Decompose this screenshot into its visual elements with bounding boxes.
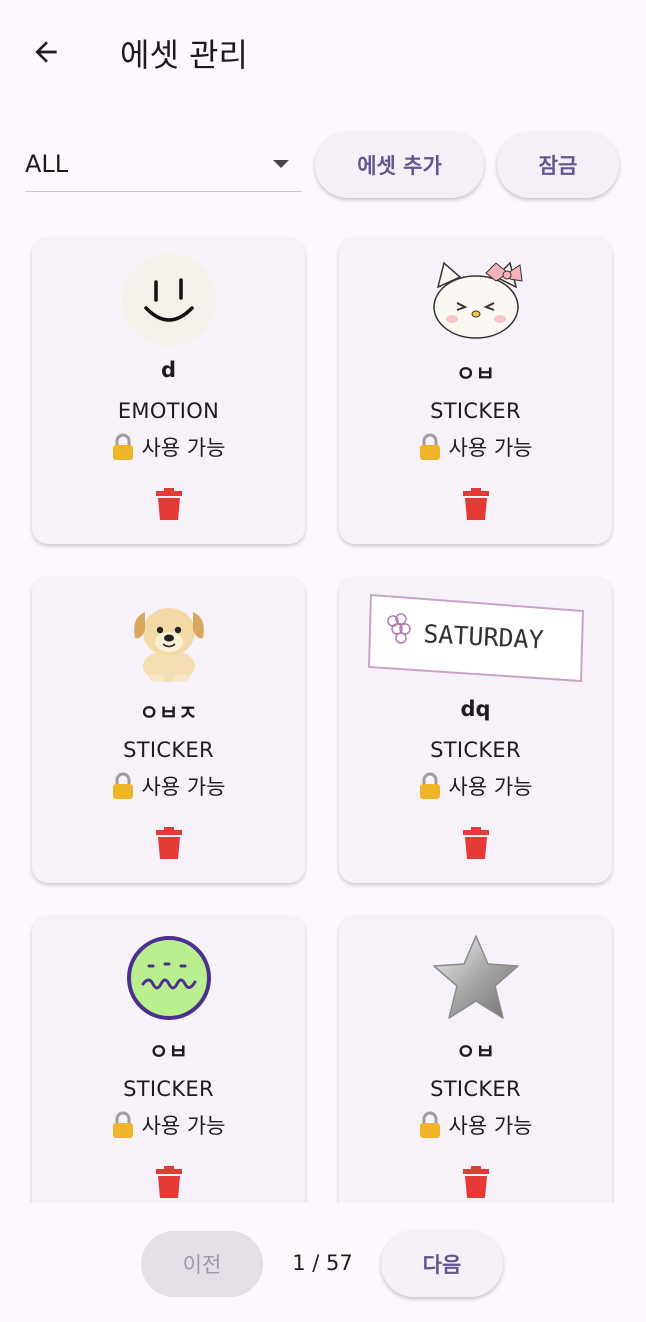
lock-icon	[112, 433, 133, 460]
back-button[interactable]	[22, 28, 70, 76]
asset-status: 사용 가능	[339, 771, 612, 801]
trash-icon	[156, 488, 182, 520]
delete-button[interactable]	[457, 823, 495, 863]
trash-icon	[156, 1166, 182, 1198]
delete-button[interactable]	[457, 1162, 495, 1202]
silver-star-image	[432, 935, 519, 1019]
asset-name: ㅇㅂ	[456, 1040, 495, 1064]
asset-type: STICKER	[430, 399, 521, 423]
page-title: 에셋 관리	[120, 36, 248, 74]
asset-name: d	[160, 358, 177, 382]
asset-status: 사용 가능	[32, 432, 305, 462]
delete-button[interactable]	[150, 484, 188, 524]
trash-icon	[463, 488, 489, 520]
asset-card[interactable]: ㅇㅂ STICKER 사용 가능	[32, 916, 305, 1203]
asset-card[interactable]: ㅇㅂ STICKER 사용 가능	[339, 916, 612, 1203]
asset-thumbnail	[32, 587, 305, 691]
trash-icon	[463, 1166, 489, 1198]
asset-thumbnail	[32, 926, 305, 1030]
asset-status: 사용 가능	[339, 1110, 612, 1140]
lock-icon	[419, 772, 440, 799]
asset-card[interactable]: ㅇㅂ STICKER 사용 가능	[339, 238, 612, 544]
status-label: 사용 가능	[448, 1114, 533, 1138]
status-label: 사용 가능	[141, 1114, 226, 1138]
asset-thumbnail	[339, 926, 612, 1030]
lock-button[interactable]: 잠금	[497, 132, 619, 198]
asset-card[interactable]: SATURDAY dq STICKER 사용 가능	[339, 577, 612, 883]
trash-icon	[463, 827, 489, 859]
asset-type: EMOTION	[117, 399, 220, 423]
asset-type: STICKER	[430, 1077, 521, 1101]
asset-thumbnail: SATURDAY	[339, 587, 612, 691]
next-page-button[interactable]: 다음	[381, 1231, 503, 1297]
page-indicator: 1 / 57	[292, 1251, 353, 1275]
asset-name: ㅇㅂ	[456, 362, 495, 386]
green-smile-circle-image	[126, 936, 211, 1020]
add-asset-button[interactable]: 에셋 추가	[315, 132, 484, 198]
status-label: 사용 가능	[141, 775, 226, 799]
app-bar: 에셋 관리	[0, 0, 646, 104]
trash-icon	[156, 827, 182, 859]
asset-thumbnail	[339, 248, 612, 352]
smiley-face-image	[121, 253, 216, 347]
asset-thumbnail	[32, 248, 305, 352]
hello-kitty-image	[432, 261, 523, 339]
filter-selected-value: ALL	[25, 150, 69, 178]
delete-button[interactable]	[457, 484, 495, 524]
asset-name: dq	[460, 697, 491, 721]
previous-page-button[interactable]: 이전	[141, 1231, 263, 1297]
status-label: 사용 가능	[448, 775, 533, 799]
asset-status: 사용 가능	[32, 1110, 305, 1140]
asset-card[interactable]: d EMOTION 사용 가능	[32, 238, 305, 544]
asset-card[interactable]: ㅇㅂㅈ STICKER 사용 가능	[32, 577, 305, 883]
asset-status: 사용 가능	[32, 771, 305, 801]
category-filter-dropdown[interactable]: ALL	[25, 136, 301, 192]
asset-grid: d EMOTION 사용 가능 ㅇㅂ STICKER 사용 가능 ㅇㅂㅈ STI…	[0, 222, 646, 1203]
asset-type: STICKER	[123, 738, 214, 762]
asset-type: STICKER	[123, 1077, 214, 1101]
saturday-label-image: SATURDAY	[367, 593, 584, 683]
lock-icon	[112, 1111, 133, 1138]
delete-button[interactable]	[150, 823, 188, 863]
lock-icon	[419, 1111, 440, 1138]
puppy-image	[133, 608, 204, 682]
asset-name: ㅇㅂ	[149, 1040, 188, 1064]
arrow-back-icon	[35, 41, 57, 63]
asset-name: ㅇㅂㅈ	[139, 701, 198, 725]
status-label: 사용 가능	[448, 436, 533, 460]
asset-type: STICKER	[430, 738, 521, 762]
asset-status: 사용 가능	[339, 432, 612, 462]
lock-icon	[112, 772, 133, 799]
dropdown-caret-icon	[273, 160, 289, 168]
lock-icon	[419, 433, 440, 460]
status-label: 사용 가능	[141, 436, 226, 460]
delete-button[interactable]	[150, 1162, 188, 1202]
